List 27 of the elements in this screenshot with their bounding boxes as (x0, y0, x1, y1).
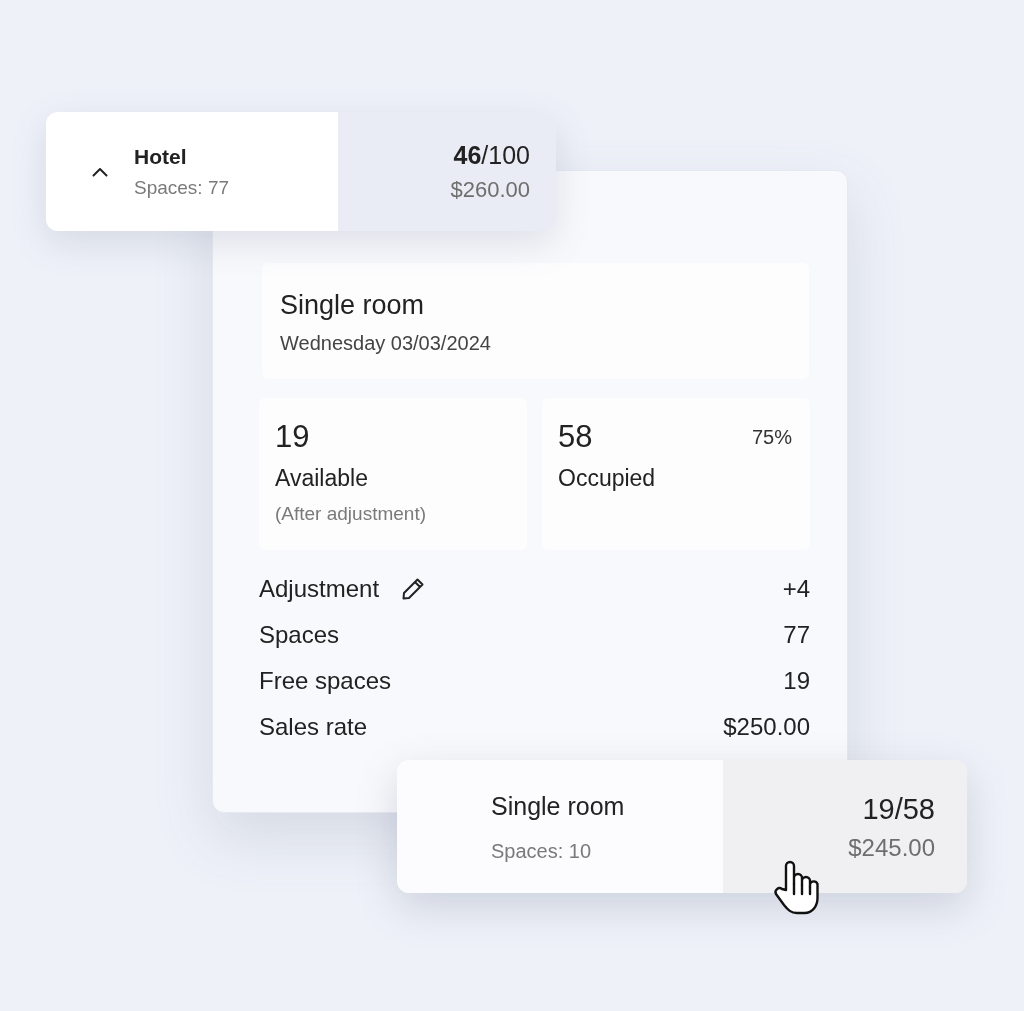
pencil-icon[interactable] (401, 577, 426, 601)
stat-note: (After adjustment) (275, 502, 426, 526)
hotel-occupancy: 46/100 (453, 139, 530, 170)
row-value: $250.00 (723, 712, 810, 742)
stat-percent: 75% (751, 425, 792, 449)
row-label: Sales rate (259, 712, 368, 742)
stat-label: Occupied (558, 464, 656, 492)
stat-label: Available (275, 464, 368, 492)
row-value: +4 (782, 574, 810, 604)
stat-value: 58 (558, 418, 593, 456)
room-title: Single room (280, 289, 425, 321)
row-label: Adjustment (259, 574, 380, 604)
row-label: Free spaces (259, 666, 392, 696)
hotel-rate: $260.00 (450, 175, 530, 204)
room-date: Wednesday 03/03/2024 (280, 331, 491, 355)
row-value: 19 (783, 666, 810, 696)
room-card-title: Single room (491, 790, 625, 821)
hand-cursor-icon (772, 860, 820, 916)
room-card-occupancy: 19/58 (862, 791, 935, 826)
stat-value: 19 (275, 418, 310, 456)
hotel-spaces: Spaces: 77 (134, 176, 230, 199)
chevron-up-icon[interactable] (92, 166, 108, 177)
row-value: 77 (783, 620, 810, 650)
room-card-rate: $245.00 (848, 833, 935, 862)
row-label: Spaces (259, 620, 340, 650)
room-card-spaces: Spaces: 10 (491, 838, 592, 863)
hotel-title: Hotel (134, 144, 187, 169)
